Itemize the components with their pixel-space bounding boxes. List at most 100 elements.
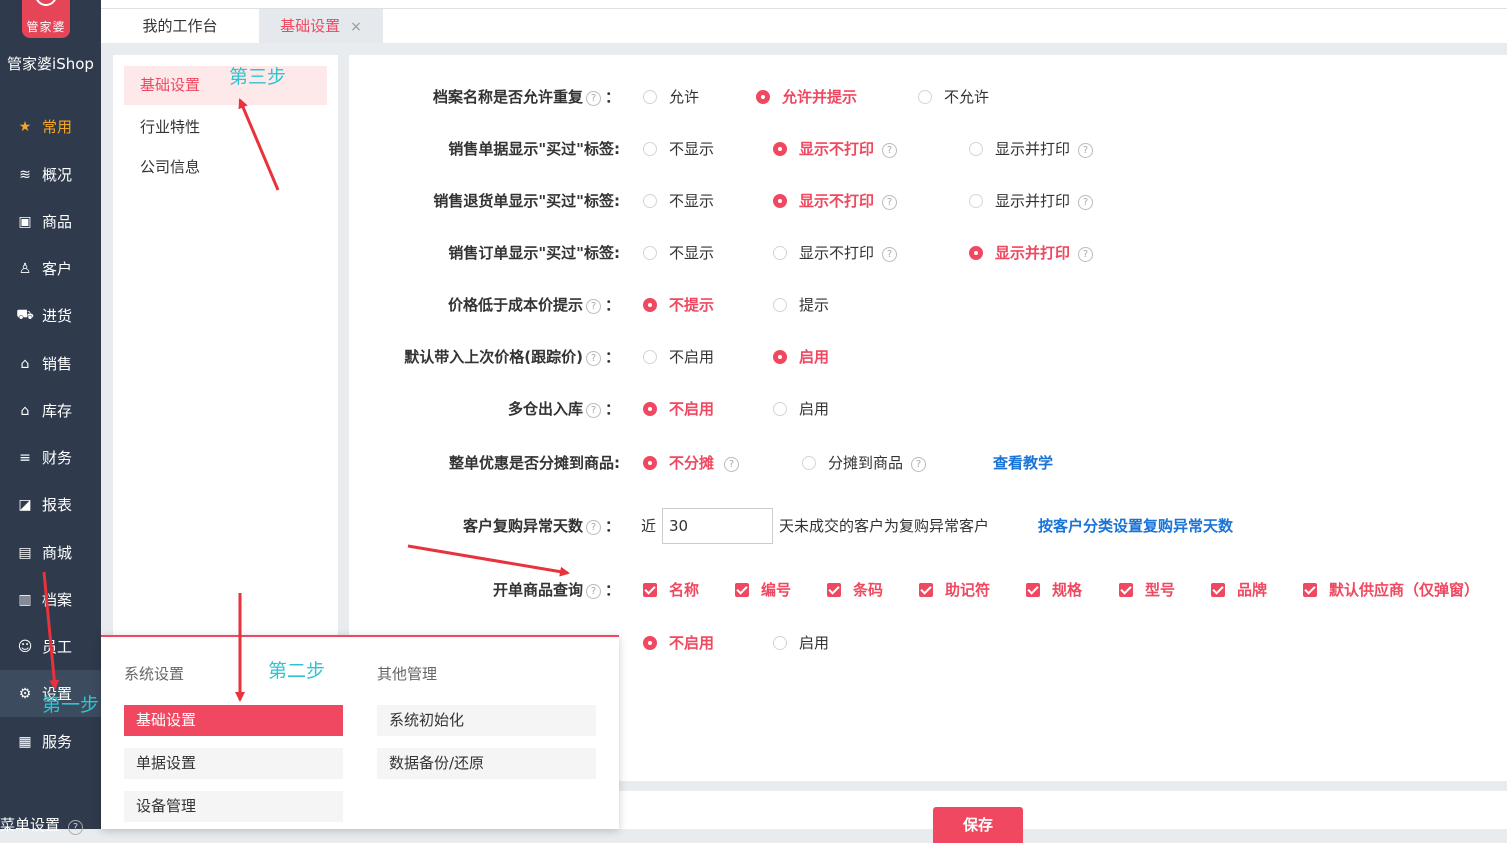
staff-icon: ☺: [17, 638, 33, 655]
radio-disable[interactable]: 不启用: [643, 394, 714, 424]
checkbox-model[interactable]: 型号: [1119, 575, 1175, 605]
option-label: 启用: [799, 348, 830, 366]
radio-hint[interactable]: 提示: [773, 290, 829, 320]
help-icon[interactable]: ?: [911, 457, 927, 472]
logo-text: 管家婆: [26, 20, 66, 34]
popup-item-device-management[interactable]: 设备管理: [124, 791, 343, 822]
nav-item-mall[interactable]: ▤ 商城: [0, 529, 101, 576]
annotation-step3: 第三步: [229, 66, 287, 88]
radio-show-and-print[interactable]: 显示并打印?: [969, 134, 1094, 164]
checkbox-mnemonic[interactable]: 助记符: [919, 575, 990, 605]
popup-item-basic-settings[interactable]: 基础设置: [124, 705, 343, 736]
radio-show-no-print[interactable]: 显示不打印?: [773, 134, 898, 164]
setting-row-sales-bought-tag: 销售单据显示"买过"标签: 不显示 显示不打印? 显示并打印?: [349, 134, 1507, 164]
nav-item-purchase[interactable]: ⛟ 进货: [0, 292, 101, 339]
app-logo[interactable]: 管家婆: [22, 0, 70, 38]
nav-item-goods[interactable]: ▣ 商品: [0, 198, 101, 245]
setting-label: 销售退货单显示"买过"标签:: [433, 186, 620, 216]
submenu-item-company[interactable]: 公司信息: [124, 148, 327, 187]
checkbox-default-supplier[interactable]: 默认供应商（仅弹窗）: [1303, 575, 1479, 605]
radio-show-no-print[interactable]: 显示不打印?: [773, 238, 898, 268]
help-icon[interactable]: ?: [585, 299, 601, 314]
label-text: 销售单据显示"买过"标签:: [448, 140, 620, 158]
repurchase-days-input[interactable]: 30: [662, 508, 773, 544]
help-icon[interactable]: ?: [1078, 143, 1094, 158]
checkbox-name[interactable]: 名称: [643, 575, 699, 605]
close-icon[interactable]: ×: [350, 19, 362, 35]
help-icon[interactable]: ?: [585, 351, 601, 366]
radio-allocate-to-goods[interactable]: 分摊到商品?: [802, 448, 927, 478]
help-icon[interactable]: ?: [585, 91, 601, 106]
help-icon[interactable]: ?: [882, 247, 898, 262]
option-label: 允许并提示: [782, 88, 858, 106]
menu-settings-label: 菜单设置: [0, 816, 61, 834]
colon: ：: [604, 581, 620, 599]
option-label: 显示并打印: [995, 192, 1071, 210]
checkbox-barcode[interactable]: 条码: [827, 575, 883, 605]
radio-hide[interactable]: 不显示: [643, 238, 714, 268]
help-icon[interactable]: ?: [585, 403, 601, 418]
radio-enable[interactable]: 启用: [773, 342, 829, 372]
gear-icon: ⚙: [18, 685, 32, 702]
radio-disable[interactable]: 不启用: [643, 628, 714, 658]
radio-show-and-print[interactable]: 显示并打印?: [969, 238, 1094, 268]
radio-circle: [643, 142, 657, 156]
radio-hide[interactable]: 不显示: [643, 134, 714, 164]
checkbox-spec[interactable]: 规格: [1026, 575, 1082, 605]
setting-row-return-bought-tag: 销售退货单显示"买过"标签: 不显示 显示不打印? 显示并打印?: [349, 186, 1507, 216]
submenu-item-basic[interactable]: 基础设置: [124, 66, 327, 105]
nav-item-common[interactable]: ★ 常用: [0, 103, 101, 150]
radio-disable[interactable]: 不启用: [643, 342, 714, 372]
checkbox-code[interactable]: 编号: [735, 575, 791, 605]
option-label: 显示并打印: [995, 140, 1071, 158]
radio-enable[interactable]: 启用: [773, 628, 829, 658]
popup-item-document-settings[interactable]: 单据设置: [124, 748, 343, 779]
radio-enable[interactable]: 启用: [773, 394, 829, 424]
nav-item-archive[interactable]: ▥ 档案: [0, 576, 101, 623]
nav-item-reports[interactable]: ◪ 报表: [0, 481, 101, 528]
radio-show-and-print[interactable]: 显示并打印?: [969, 186, 1094, 216]
help-icon[interactable]: ?: [882, 195, 898, 210]
tab-basic-settings[interactable]: 基础设置 ×: [259, 9, 383, 43]
radio-no-allocate[interactable]: 不分摊?: [643, 448, 740, 478]
nav-item-inventory[interactable]: ⌂ 库存: [0, 387, 101, 434]
help-icon[interactable]: ?: [68, 820, 84, 835]
view-tutorial-link[interactable]: 查看教学: [993, 448, 1053, 478]
radio-circle: [773, 636, 787, 650]
radio-show-no-print[interactable]: 显示不打印?: [773, 186, 898, 216]
help-icon[interactable]: ?: [585, 584, 601, 599]
help-icon[interactable]: ?: [1078, 195, 1094, 210]
category-days-link[interactable]: 按客户分类设置复购异常天数: [1038, 511, 1233, 541]
tab-workbench[interactable]: 我的工作台: [101, 9, 259, 43]
radio-allow-with-hint[interactable]: 允许并提示: [756, 82, 857, 112]
radio-allow[interactable]: 允许: [643, 82, 699, 112]
nav-item-service[interactable]: ▦ 服务: [0, 718, 101, 765]
radio-no-hint[interactable]: 不提示: [643, 290, 714, 320]
setting-label: 价格低于成本价提示?：: [448, 290, 620, 320]
nav-item-finance[interactable]: ≡ 财务: [0, 434, 101, 481]
radio-disallow[interactable]: 不允许: [918, 82, 989, 112]
nav-item-customer[interactable]: ♙ 客户: [0, 245, 101, 292]
radio-circle: [643, 90, 657, 104]
nav-item-staff[interactable]: ☺ 员工: [0, 623, 101, 670]
help-icon[interactable]: ?: [1078, 247, 1094, 262]
menu-settings[interactable]: 菜单设置?: [0, 814, 84, 835]
save-button[interactable]: 保存: [933, 807, 1023, 843]
radio-hide[interactable]: 不显示: [643, 186, 714, 216]
submenu-item-industry[interactable]: 行业特性: [124, 108, 327, 147]
popup-item-system-init[interactable]: 系统初始化: [377, 705, 596, 736]
radio-circle: [643, 298, 657, 312]
help-icon[interactable]: ?: [585, 520, 601, 535]
checkbox-brand[interactable]: 品牌: [1211, 575, 1267, 605]
help-icon[interactable]: ?: [724, 457, 740, 472]
radio-circle: [773, 142, 787, 156]
label-text: 整单优惠是否分摊到商品:: [449, 454, 620, 472]
popup-item-backup-restore[interactable]: 数据备份/还原: [377, 748, 596, 779]
nav-item-sales[interactable]: ⌂ 销售: [0, 340, 101, 387]
warehouse-icon: ⌂: [20, 402, 30, 419]
store-icon: ▤: [18, 544, 32, 561]
colon: ：: [604, 88, 620, 106]
setting-label: 整单优惠是否分摊到商品:: [449, 448, 620, 478]
nav-item-overview[interactable]: ≋ 概况: [0, 151, 101, 198]
help-icon[interactable]: ?: [882, 143, 898, 158]
